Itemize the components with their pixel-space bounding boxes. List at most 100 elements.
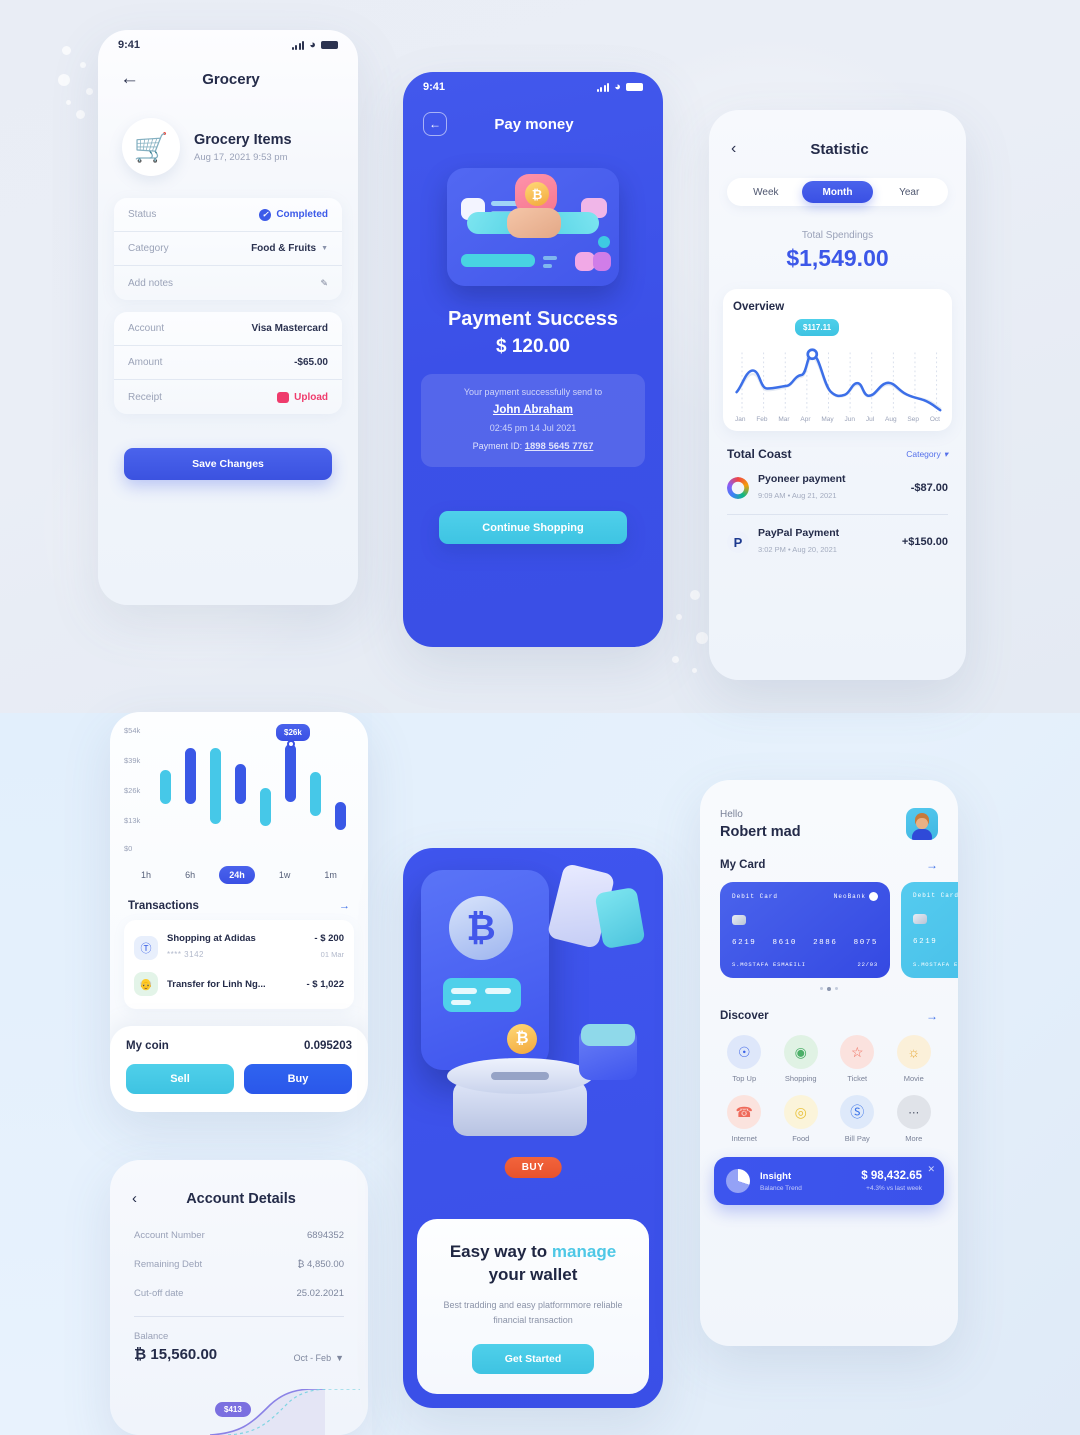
payoneer-ring-icon bbox=[727, 477, 749, 499]
screen-grocery: 9:41 ◕ ← Grocery 🛒 Grocery Items Aug 17,… bbox=[98, 30, 358, 605]
row-value: ✓ Completed bbox=[259, 208, 328, 221]
handshake-icon bbox=[467, 206, 599, 250]
row-status[interactable]: Status ✓ Completed bbox=[114, 198, 342, 232]
save-changes-button[interactable]: Save Changes bbox=[124, 448, 332, 480]
phone-signal-icon: ☎ bbox=[727, 1095, 762, 1129]
range-selector[interactable]: Oct - Feb ▼ bbox=[294, 1353, 344, 1363]
dot[interactable] bbox=[820, 987, 823, 990]
segment-year[interactable]: Year bbox=[873, 181, 945, 203]
trading-bar-chart: $54k $39k $26k $13k $0 $26k bbox=[124, 724, 354, 854]
card-number: 6219 8610 2886 8075 bbox=[732, 939, 878, 947]
screen-pay-money: 9:41 ◕ ← Pay money ₿ Payment Success $ 1… bbox=[403, 72, 663, 647]
row-label: Cut-off date bbox=[134, 1288, 184, 1299]
card-top-row: Debit Card bbox=[913, 892, 958, 899]
discover-item-bill-pay[interactable]: Ⓢ Bill Pay bbox=[829, 1095, 886, 1143]
y-tick: $54k bbox=[124, 726, 141, 735]
period-segmented-control: Week Month Year bbox=[727, 178, 948, 206]
transaction-row[interactable]: P PayPal Payment 3:02 PM • Aug 20, 2021 … bbox=[727, 527, 948, 557]
get-started-button[interactable]: Get Started bbox=[472, 1344, 594, 1374]
close-icon[interactable]: ✕ bbox=[927, 1164, 935, 1175]
chart-tooltip: $117.11 bbox=[795, 319, 840, 336]
discover-label: Bill Pay bbox=[844, 1134, 870, 1143]
insight-banner[interactable]: Insight Balance Trend $ 98,432.65 +4.3% … bbox=[714, 1157, 944, 1205]
row-receipt[interactable]: Receipt Upload bbox=[114, 380, 342, 414]
discover-item-food[interactable]: ◎ Food bbox=[773, 1095, 830, 1143]
illustration-coin-stack bbox=[594, 886, 646, 950]
total-coast-header: Total Coast Category ▾ bbox=[727, 447, 948, 461]
discover-item-top-up[interactable]: ☉ Top Up bbox=[716, 1035, 773, 1083]
row-account: Account Visa Mastercard bbox=[114, 312, 342, 346]
row-category[interactable]: Category Food & Fruits ▼ bbox=[114, 232, 342, 266]
dot-active[interactable] bbox=[827, 987, 831, 991]
sell-button[interactable]: Sell bbox=[126, 1064, 234, 1094]
grocery-hero: 🛒 Grocery Items Aug 17, 2021 9:53 pm bbox=[98, 104, 358, 198]
page-title: Account Details bbox=[186, 1190, 296, 1207]
status-badge: Completed bbox=[276, 209, 328, 220]
x-tick: Jan bbox=[735, 416, 746, 423]
bank-logo-icon bbox=[869, 892, 878, 901]
pencil-icon[interactable]: ✎ bbox=[320, 278, 328, 289]
transaction-info: PayPal Payment 3:02 PM • Aug 20, 2021 bbox=[758, 527, 893, 557]
dot[interactable] bbox=[835, 987, 838, 990]
avatar[interactable] bbox=[906, 808, 938, 840]
coin-value: 0.095203 bbox=[304, 1040, 352, 1052]
ticket-star-icon: ☆ bbox=[840, 1035, 875, 1069]
balance-section: Balance ₿ 15,560.00 Oct - Feb ▼ bbox=[110, 1317, 368, 1363]
camera-icon bbox=[277, 391, 290, 403]
bar-column bbox=[260, 726, 271, 854]
item-card: **** 3142 bbox=[167, 950, 204, 959]
list-item[interactable]: Ⓣ Shopping at Adidas **** 3142 - $ 200 0… bbox=[134, 928, 344, 967]
arrow-right-icon[interactable]: → bbox=[926, 858, 938, 872]
movie-cup-icon: ☼ bbox=[896, 1035, 931, 1069]
my-card-title: My Card bbox=[720, 859, 766, 871]
promo-card: Easy way to manage your wallet Best trad… bbox=[417, 1219, 649, 1394]
bank-card[interactable]: Debit Card NeoBank 6219 8610 2886 8075 S… bbox=[720, 882, 890, 978]
card-holder: S.MOSTAFA ESMAEILI bbox=[732, 961, 806, 968]
discover-item-more[interactable]: ⋯ More bbox=[886, 1095, 943, 1143]
balance-value: ₿ 15,560.00 bbox=[134, 1346, 218, 1363]
card-number-group: 6219 bbox=[732, 939, 757, 947]
promo-heading-part2: your wallet bbox=[488, 1265, 578, 1285]
category-value: Food & Fruits bbox=[251, 243, 317, 254]
card-carousel[interactable]: Debit Card NeoBank 6219 8610 2886 8075 S… bbox=[700, 872, 958, 978]
discover-item-ticket[interactable]: ☆ Ticket bbox=[829, 1035, 886, 1083]
illustration-bar bbox=[485, 988, 511, 994]
illustration-dots bbox=[543, 256, 557, 260]
card-expiry: 22/03 bbox=[857, 961, 878, 968]
food-circle-icon: ◎ bbox=[783, 1095, 818, 1129]
discover-item-shopping[interactable]: ◉ Shopping bbox=[773, 1035, 830, 1083]
chevron-down-icon[interactable]: ▼ bbox=[321, 245, 328, 252]
range-6h[interactable]: 6h bbox=[175, 866, 205, 884]
discover-item-movie[interactable]: ☼ Movie bbox=[886, 1035, 943, 1083]
transaction-row[interactable]: Pyoneer payment 9:09 AM • Aug 21, 2021 -… bbox=[727, 473, 948, 503]
x-tick: Mar bbox=[778, 416, 790, 423]
arrow-right-icon[interactable]: → bbox=[339, 900, 350, 912]
chart-handle[interactable] bbox=[286, 740, 295, 748]
category-filter-button[interactable]: Category ▾ bbox=[906, 449, 948, 460]
status-icons: ◕ bbox=[596, 81, 643, 93]
range-24h[interactable]: 24h bbox=[219, 866, 255, 884]
list-item[interactable]: 👴 Transfer for Linh Ng... - $ 1,022 bbox=[134, 967, 344, 1001]
range-1m[interactable]: 1m bbox=[314, 866, 347, 884]
item-title: Transfer for Linh Ng... bbox=[167, 978, 266, 990]
row-add-notes[interactable]: Add notes ✎ bbox=[114, 266, 342, 300]
shopping-bag-icon: ◉ bbox=[783, 1035, 818, 1069]
range-1w[interactable]: 1w bbox=[269, 866, 301, 884]
continue-shopping-button[interactable]: Continue Shopping bbox=[439, 511, 627, 544]
payment-datetime: 02:45 pm 14 Jul 2021 bbox=[489, 423, 577, 433]
row-account-number: Account Number 6894352 bbox=[110, 1221, 368, 1250]
bank-card[interactable]: Debit Card 6219 8610 S.MOSTAFA E bbox=[901, 882, 958, 978]
transaction-info: Pyoneer payment 9:09 AM • Aug 21, 2021 bbox=[758, 473, 902, 503]
buy-button[interactable]: Buy bbox=[244, 1064, 352, 1094]
arrow-right-icon[interactable]: → bbox=[926, 1009, 938, 1023]
range-1h[interactable]: 1h bbox=[131, 866, 161, 884]
bar-column-highlighted[interactable] bbox=[285, 726, 296, 854]
payment-illustration: ₿ bbox=[433, 154, 633, 294]
wallet-top-up-icon: ☉ bbox=[727, 1035, 762, 1069]
segment-month[interactable]: Month bbox=[801, 181, 874, 203]
segment-week[interactable]: Week bbox=[730, 181, 802, 203]
discover-item-internet[interactable]: ☎ Internet bbox=[716, 1095, 773, 1143]
more-dots-icon: ⋯ bbox=[896, 1095, 931, 1129]
bars-area bbox=[160, 726, 346, 854]
buy-badge[interactable]: BUY bbox=[504, 1157, 562, 1178]
